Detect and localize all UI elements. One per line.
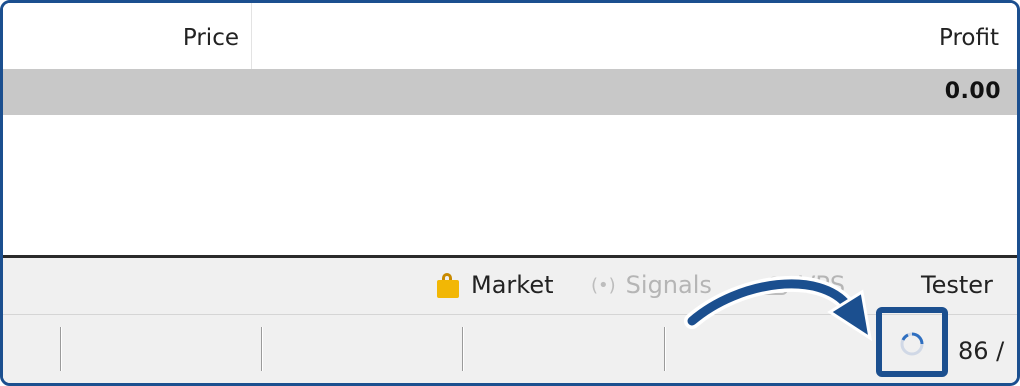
table-header: Price Profit <box>3 3 1017 69</box>
column-header-profit[interactable]: Profit <box>263 25 999 51</box>
signal-broadcast-icon: (•) <box>591 274 616 296</box>
terminal-panel: Price Profit 0.00 Market (•) Signals VPS… <box>0 0 1020 386</box>
tab-vps-label: VPS <box>799 271 846 299</box>
trade-table: Price Profit 0.00 <box>3 3 1017 255</box>
tab-tester[interactable]: Tester <box>921 271 993 299</box>
column-header-price[interactable]: Price <box>3 25 239 51</box>
status-bar: 86 / <box>3 314 1017 383</box>
highlight-box <box>876 307 948 377</box>
status-separator <box>261 327 262 371</box>
tab-signals-label: Signals <box>625 271 712 299</box>
total-profit-value: 0.00 <box>944 79 1001 104</box>
total-row[interactable]: 0.00 <box>3 69 1017 115</box>
status-separator <box>60 327 61 371</box>
connection-status-text[interactable]: 86 / <box>958 337 1004 365</box>
cloud-icon <box>757 276 788 295</box>
column-separator[interactable] <box>251 3 252 69</box>
tab-bar: Market (•) Signals VPS Tester <box>3 258 1017 314</box>
shopping-bag-icon <box>435 272 461 298</box>
tab-vps[interactable]: VPS <box>755 271 845 299</box>
tab-signals[interactable]: (•) Signals <box>591 271 712 299</box>
status-separator <box>664 327 665 371</box>
tab-market-label: Market <box>471 271 554 299</box>
tab-tester-label: Tester <box>921 271 993 299</box>
tab-market[interactable]: Market <box>435 271 554 299</box>
status-separator <box>462 327 463 371</box>
